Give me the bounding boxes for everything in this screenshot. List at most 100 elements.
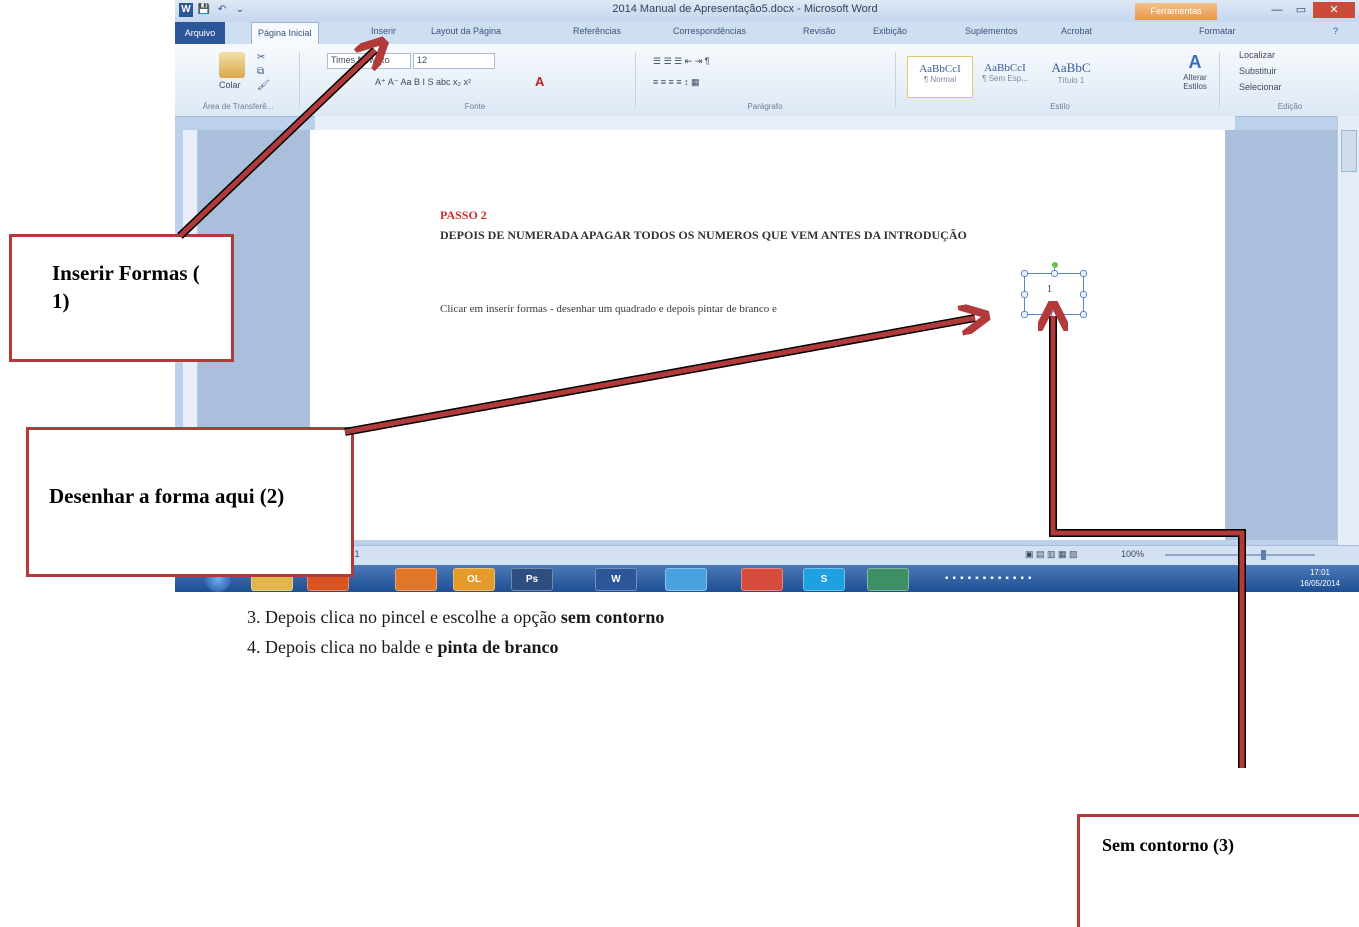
photoshop-taskbar-button[interactable]: Ps [511, 568, 553, 591]
step-3: 3. Depois clica no pincel e escolhe a op… [247, 602, 664, 632]
ribbon-divider [635, 52, 636, 108]
drawn-rectangle-shape[interactable]: 1 [1021, 262, 1087, 318]
resize-handle[interactable] [1021, 291, 1028, 298]
font-color-icon[interactable]: A [535, 74, 544, 89]
ribbon-tab-bar: Arquivo Página Inicial Inserir Layout da… [175, 22, 1359, 45]
paragraph-tools[interactable]: ☰ ☰ ☰ ⇤ ⇥ ¶ [653, 56, 710, 67]
step-3-bold: sem contorno [560, 607, 665, 627]
instruction-text: Clicar em inserir formas - desenhar um q… [440, 303, 777, 315]
ribbon: Colar ✂ ⧉ 🖌 Área de Transferê... Times N… [175, 44, 1359, 117]
tab-view[interactable]: Exibição [873, 26, 907, 36]
outlook-taskbar-button[interactable]: OL [453, 568, 495, 591]
tab-home[interactable]: Página Inicial [251, 22, 319, 45]
rotation-handle[interactable] [1052, 262, 1058, 268]
callout-no-outline-text: Sem contorno (3) [1102, 835, 1234, 855]
word-taskbar-button[interactable]: W [595, 568, 637, 591]
style-name: Título 1 [1057, 76, 1085, 85]
help-icon[interactable]: ? [1333, 26, 1338, 36]
style-name: ¶ Normal [923, 75, 957, 84]
find-button[interactable]: Localizar [1239, 50, 1275, 60]
steps-list: 3. Depois clica no pincel e escolhe a op… [247, 602, 664, 662]
tab-acrobat[interactable]: Acrobat [1061, 26, 1092, 36]
customize-toolbar-icon[interactable]: ⌄ [233, 3, 247, 17]
style-preview: AaBbC [1051, 60, 1091, 75]
callout-draw-here-text: Desenhar a forma aqui (2) [49, 484, 285, 508]
undo-icon[interactable]: ↶ [215, 3, 229, 17]
select-button[interactable]: Selecionar [1239, 82, 1282, 92]
resize-handle[interactable] [1021, 311, 1028, 318]
group-label-editing: Edição [1277, 102, 1303, 111]
font-size-dropdown[interactable]: 12 [413, 53, 495, 69]
style-preview: AaBbCcI [919, 63, 961, 75]
tab-insert[interactable]: Inserir [371, 26, 396, 36]
paste-icon[interactable] [219, 52, 245, 78]
format-painter-icon[interactable]: 🖌 [257, 80, 270, 91]
tab-format[interactable]: Formatar [1199, 26, 1236, 36]
save-icon[interactable]: 💾 [197, 3, 211, 17]
callout-no-outline: Sem contorno (3) [1077, 814, 1359, 927]
resize-handle[interactable] [1080, 291, 1087, 298]
document-page[interactable]: PASSO 2 DEPOIS DE NUMERADA APAGAR TODOS … [310, 130, 1225, 540]
tab-references[interactable]: Referências [573, 26, 621, 36]
resize-handle[interactable] [1080, 270, 1087, 277]
tab-page-layout[interactable]: Layout da Página [431, 26, 501, 36]
zoom-slider[interactable] [1165, 554, 1315, 556]
step-3-text: 3. Depois clica no pincel e escolhe a op… [247, 607, 561, 627]
tab-add-ins[interactable]: Suplementos [965, 26, 1018, 36]
paste-label[interactable]: Colar [219, 80, 241, 90]
resize-handle[interactable] [1051, 270, 1058, 277]
style-normal[interactable]: AaBbCcI ¶ Normal [907, 56, 973, 98]
tab-mailings[interactable]: Correspondências [673, 26, 746, 36]
font-name-dropdown[interactable]: Times New Ro [327, 53, 411, 69]
group-label-clipboard: Área de Transferê... [202, 102, 274, 111]
contextual-tab-tools[interactable]: Ferramentas [1135, 3, 1217, 20]
word-app-icon[interactable]: W [179, 3, 193, 17]
step-4: 4. Depois clica no balde e pinta de bran… [247, 632, 664, 662]
clock-date: 16/05/2014 [1299, 579, 1341, 588]
step-title: PASSO 2 [440, 208, 487, 222]
resize-handle[interactable] [1051, 311, 1058, 318]
zoom-level[interactable]: 100% [1121, 549, 1144, 559]
callout-draw-here: Desenhar a forma aqui (2) [26, 427, 354, 577]
replace-button[interactable]: Substituir [1239, 66, 1277, 76]
close-button[interactable]: ✕ [1313, 2, 1355, 18]
view-buttons[interactable]: ▣ ▤ ▥ ▦ ▧ [1025, 549, 1078, 560]
font-formatting-tools[interactable]: A⁺ A⁻ Aa B I S abc x₂ x² [375, 77, 471, 88]
ribbon-divider [1219, 52, 1220, 108]
tab-file[interactable]: Arquivo [175, 22, 225, 44]
alignment-tools[interactable]: ≡ ≡ ≡ ≡ ↕ ▦ [653, 77, 700, 88]
internet-explorer-taskbar-button[interactable] [665, 568, 707, 591]
tab-review[interactable]: Revisão [803, 26, 836, 36]
taskbar-clock[interactable]: 17:01 16/05/2014 [1290, 567, 1350, 589]
horizontal-ruler[interactable] [315, 116, 1235, 131]
maximize-button[interactable]: ▭ [1290, 2, 1312, 18]
callout-insert-shapes: Inserir Formas ( 1) [9, 234, 234, 362]
window-title: 2014 Manual de Apresentação5.docx - Micr… [612, 3, 878, 15]
scrollbar-thumb[interactable] [1341, 130, 1357, 172]
cut-icon[interactable]: ✂ [257, 52, 265, 63]
zoom-slider-thumb[interactable] [1261, 550, 1266, 560]
step-4-text: 4. Depois clica no balde e [247, 637, 438, 657]
vertical-scrollbar[interactable] [1337, 116, 1359, 546]
skype-taskbar-button[interactable]: S [803, 568, 845, 591]
group-label-styles: Estilo [1050, 102, 1070, 111]
callout-insert-shapes-text: Inserir Formas ( 1) [52, 261, 200, 313]
system-tray-icons[interactable]: ▪▪▪▪▪▪▪▪▪▪▪▪ [945, 573, 1036, 584]
style-no-spacing[interactable]: AaBbCcI ¶ Sem Esp... [973, 56, 1037, 96]
change-styles-label: Alterar Estilos [1183, 73, 1207, 91]
minimize-button[interactable]: — [1265, 2, 1289, 18]
copy-icon[interactable]: ⧉ [257, 66, 264, 77]
font-name-value: Times New Ro [331, 55, 390, 65]
change-styles-icon: A [1188, 52, 1202, 72]
chrome-taskbar-button[interactable] [741, 568, 783, 591]
step-4-bold: pinta de branco [437, 637, 559, 657]
firefox-taskbar-button[interactable] [395, 568, 437, 591]
resize-handle[interactable] [1021, 270, 1028, 277]
change-styles-button[interactable]: A Alterar Estilos [1175, 52, 1215, 98]
resize-handle[interactable] [1080, 311, 1087, 318]
font-size-value: 12 [417, 55, 428, 65]
group-label-paragraph: Parágrafo [747, 102, 783, 111]
style-heading-1[interactable]: AaBbC Título 1 [1039, 56, 1103, 96]
ribbon-divider [299, 52, 300, 108]
app-taskbar-button[interactable] [867, 568, 909, 591]
